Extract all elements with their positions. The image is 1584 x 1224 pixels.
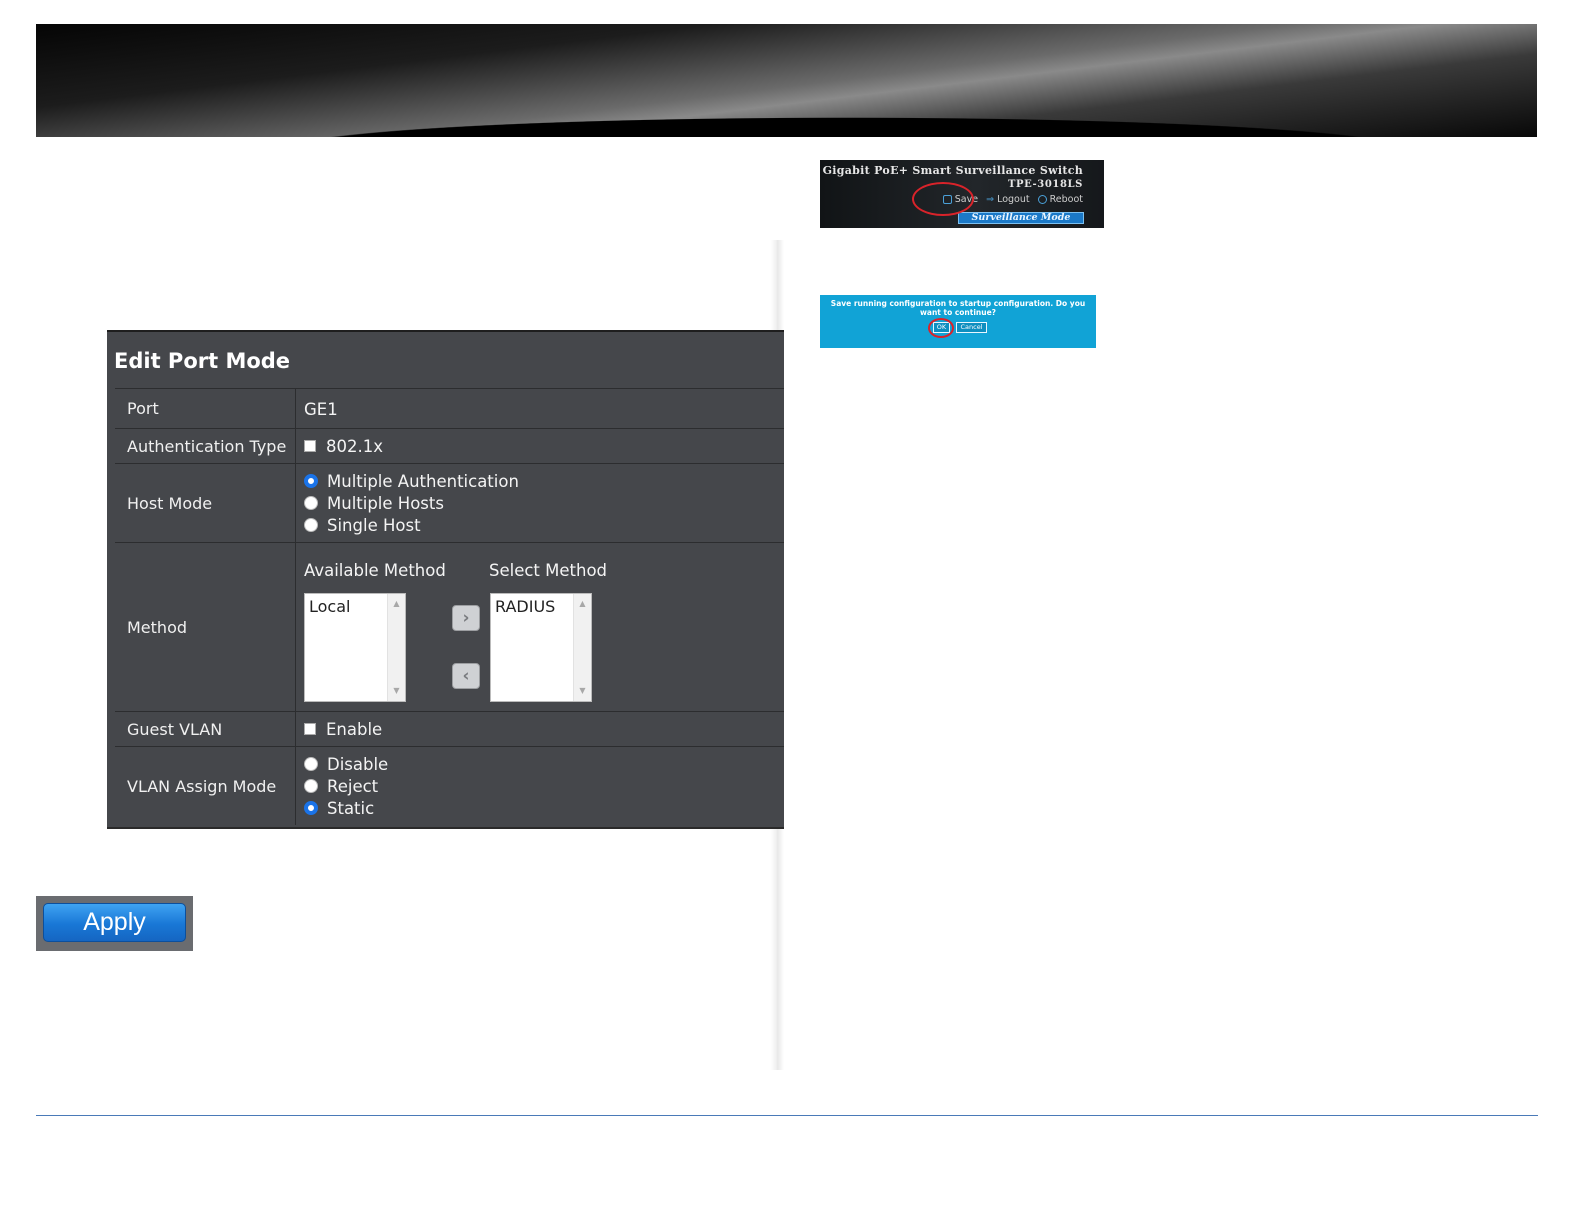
switch-header-thumbnail: Gigabit PoE+ Smart Surveillance Switch T…: [820, 160, 1104, 228]
model-name: TPE-3018LS: [1007, 179, 1083, 190]
scroll-up-icon[interactable]: ▲: [388, 599, 405, 609]
logout-label: Logout: [997, 194, 1030, 205]
authentication-type-label: Authentication Type: [115, 429, 296, 463]
guest-vlan-enable-label: Enable: [326, 719, 383, 739]
chevron-right-icon: ›: [462, 608, 470, 628]
logout-icon: ⇒: [986, 194, 995, 205]
dialog-cancel-button[interactable]: Cancel: [956, 322, 987, 333]
list-item[interactable]: Local: [309, 597, 350, 616]
list-item[interactable]: RADIUS: [495, 597, 555, 616]
row-host-mode: Host Mode Multiple Authentication Multip…: [115, 463, 784, 542]
guest-vlan-enable-checkbox[interactable]: [304, 723, 316, 735]
scrollbar[interactable]: ▲ ▼: [387, 594, 405, 701]
move-left-button[interactable]: ‹: [452, 663, 480, 689]
radio-label: Single Host: [327, 515, 421, 535]
available-method-header: Available Method: [304, 561, 446, 580]
row-port: Port GE1: [115, 388, 784, 428]
row-guest-vlan: Guest VLAN Enable: [115, 711, 784, 746]
port-value: GE1: [304, 399, 338, 419]
panel-title: Edit Port Mode: [114, 349, 291, 373]
radio-multiple-hosts[interactable]: [304, 496, 318, 510]
guest-vlan-label: Guest VLAN: [115, 712, 296, 746]
scroll-up-icon[interactable]: ▲: [574, 599, 591, 609]
logout-link[interactable]: ⇒ Logout: [986, 194, 1030, 205]
radio-label: Disable: [327, 754, 389, 774]
chevron-left-icon: ‹: [462, 666, 470, 686]
host-mode-option[interactable]: Multiple Hosts: [304, 492, 444, 514]
host-mode-label: Host Mode: [115, 464, 296, 542]
auth-8021x-checkbox[interactable]: [304, 440, 316, 452]
surveillance-mode-button[interactable]: Surveillance Mode: [958, 212, 1084, 224]
edit-port-mode-panel: Edit Port Mode Port GE1 Authentication T…: [107, 330, 784, 829]
scroll-down-icon[interactable]: ▼: [574, 686, 591, 696]
radio-label: Multiple Authentication: [327, 471, 519, 491]
radio-label: Reject: [327, 776, 379, 796]
method-label: Method: [115, 543, 296, 711]
ok-highlight-circle: [928, 318, 954, 338]
available-method-list[interactable]: Local ▲ ▼: [304, 593, 406, 702]
radio-reject[interactable]: [304, 779, 318, 793]
reboot-label: Reboot: [1049, 194, 1083, 205]
vlan-assign-option[interactable]: Disable: [304, 753, 388, 775]
move-right-button[interactable]: ›: [452, 605, 480, 631]
port-label: Port: [115, 389, 296, 428]
radio-static[interactable]: [304, 801, 318, 815]
host-mode-option[interactable]: Multiple Authentication: [304, 470, 519, 492]
radio-single-host[interactable]: [304, 518, 318, 532]
apply-button-frame: Apply: [36, 896, 193, 951]
row-authentication-type: Authentication Type 802.1x: [115, 428, 784, 463]
scrollbar[interactable]: ▲ ▼: [573, 594, 591, 701]
reboot-icon: [1037, 195, 1047, 204]
save-highlight-circle: [912, 182, 974, 216]
footer-rule: [36, 1115, 1538, 1116]
scroll-down-icon[interactable]: ▼: [388, 686, 405, 696]
row-vlan-assign-mode: VLAN Assign Mode Disable Reject Static: [115, 746, 784, 825]
row-method: Method Available Method Select Method Lo…: [115, 542, 784, 711]
radio-multiple-authentication[interactable]: [304, 474, 318, 488]
dialog-message: Save running configuration to startup co…: [830, 299, 1086, 317]
radio-label: Static: [327, 798, 375, 818]
header-banner: [36, 24, 1537, 137]
vlan-assign-option[interactable]: Reject: [304, 775, 378, 797]
save-confirm-dialog: Save running configuration to startup co…: [820, 295, 1096, 348]
vlan-assign-mode-label: VLAN Assign Mode: [115, 747, 296, 825]
apply-button[interactable]: Apply: [43, 903, 186, 942]
reboot-link[interactable]: Reboot: [1037, 194, 1083, 205]
product-name: Gigabit PoE+ Smart Surveillance Switch: [822, 164, 1083, 177]
auth-8021x-label: 802.1x: [326, 436, 384, 456]
host-mode-option[interactable]: Single Host: [304, 514, 421, 536]
vlan-assign-option[interactable]: Static: [304, 797, 374, 819]
select-method-list[interactable]: RADIUS ▲ ▼: [490, 593, 592, 702]
radio-label: Multiple Hosts: [327, 493, 444, 513]
radio-disable[interactable]: [304, 757, 318, 771]
select-method-header: Select Method: [489, 561, 608, 580]
